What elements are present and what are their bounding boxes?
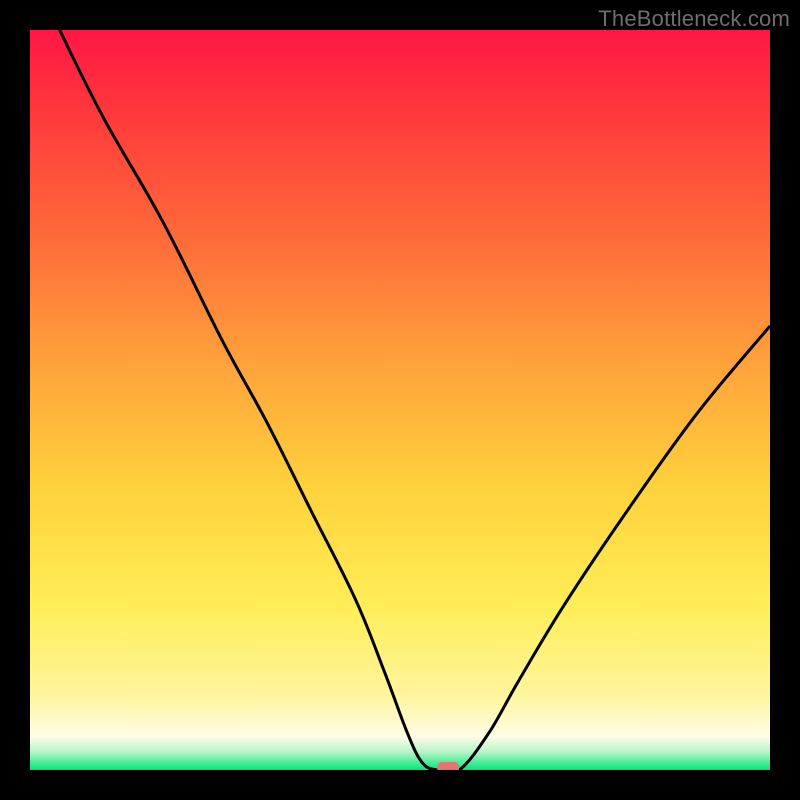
gradient-background (30, 30, 770, 770)
plot-area (30, 30, 770, 770)
chart-frame: TheBottleneck.com (0, 0, 800, 800)
bottleneck-chart (30, 30, 770, 770)
optimal-marker (437, 762, 459, 770)
watermark-text: TheBottleneck.com (598, 6, 790, 32)
